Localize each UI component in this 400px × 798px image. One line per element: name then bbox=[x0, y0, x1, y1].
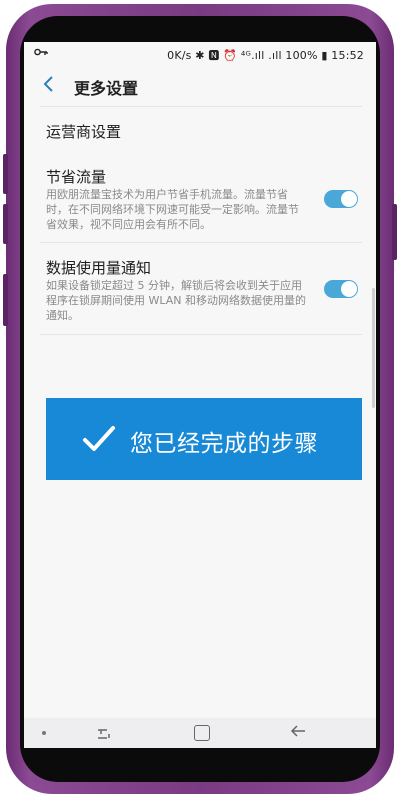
data-usage-notification-title: 数据使用量通知 bbox=[46, 259, 152, 277]
data-saver-toggle[interactable] bbox=[324, 190, 358, 208]
scrollbar[interactable] bbox=[372, 288, 375, 408]
status-indicators: 0K/s ✱ 🅽 ⏰ ⁴ᴳ.ıll .ıll 100% ▮ 15:52 bbox=[167, 49, 364, 62]
back-icon[interactable] bbox=[290, 723, 308, 743]
item-divider bbox=[40, 334, 362, 335]
recent-apps-icon[interactable] bbox=[96, 726, 114, 740]
bixby-button bbox=[3, 274, 8, 326]
item-divider bbox=[40, 242, 362, 243]
page-title: 更多设置 bbox=[74, 79, 139, 98]
navigation-bar bbox=[24, 718, 376, 748]
nav-dot-icon bbox=[42, 731, 46, 735]
app-header: 更多设置 bbox=[24, 66, 376, 106]
data-saver-description: 用欧朋流量宝技术为用户节省手机流量。流量节省时，在不同网络环境下网速可能受一定影… bbox=[46, 188, 299, 231]
key-icon bbox=[34, 47, 48, 60]
toggle-knob bbox=[341, 191, 357, 207]
home-icon[interactable] bbox=[194, 725, 210, 741]
checkmark-icon bbox=[82, 422, 116, 456]
banner-text: 您已经完成的步骤 bbox=[130, 431, 318, 457]
completed-step-banner: 您已经完成的步骤 bbox=[46, 398, 362, 480]
volume-down-button bbox=[3, 204, 8, 244]
volume-up-button bbox=[3, 154, 8, 194]
carrier-settings-title: 运营商设置 bbox=[46, 123, 122, 141]
screen: 0K/s ✱ 🅽 ⏰ ⁴ᴳ.ıll .ıll 100% ▮ 15:52 更多设置… bbox=[24, 42, 376, 748]
status-bar: 0K/s ✱ 🅽 ⏰ ⁴ᴳ.ıll .ıll 100% ▮ 15:52 bbox=[24, 42, 376, 66]
header-divider bbox=[40, 106, 362, 107]
data-usage-notification-toggle[interactable] bbox=[324, 280, 358, 298]
power-button bbox=[392, 204, 397, 260]
data-saver-title: 节省流量 bbox=[46, 168, 107, 186]
chevron-left-icon[interactable] bbox=[42, 74, 62, 96]
data-usage-notification-description: 如果设备锁定超过 5 分钟，解锁后将会收到关于应用程序在锁屏期间使用 WLAN … bbox=[46, 279, 307, 322]
toggle-knob bbox=[341, 281, 357, 297]
